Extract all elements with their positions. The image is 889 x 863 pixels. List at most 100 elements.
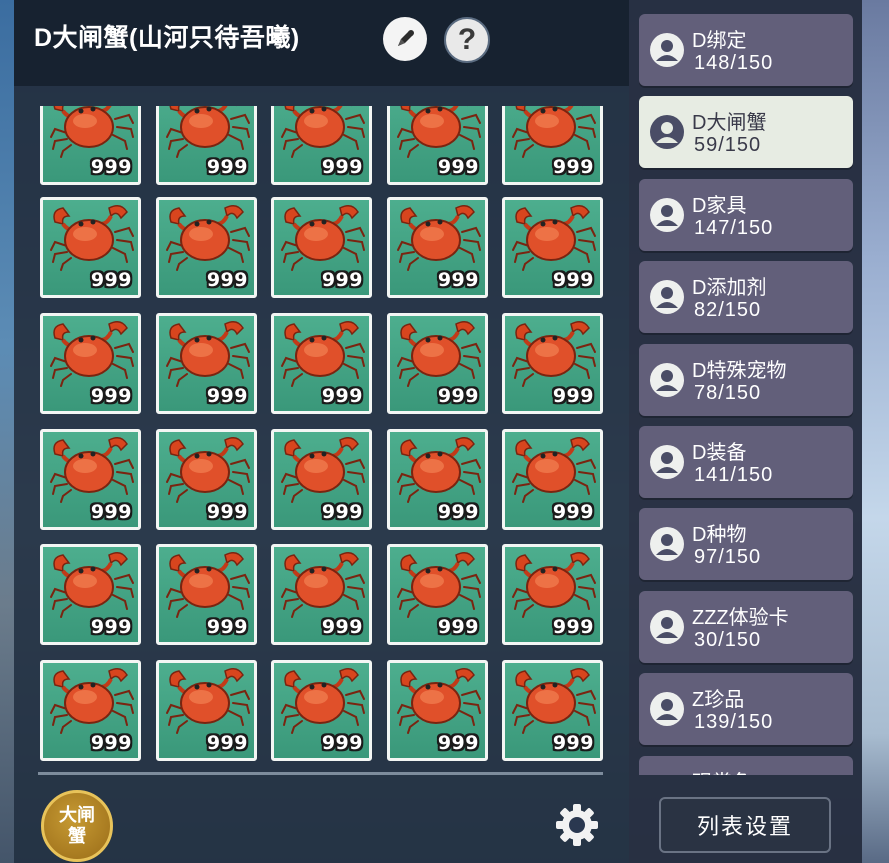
inventory-slot[interactable]: 999 <box>387 197 488 298</box>
inventory-slot[interactable]: 999 <box>40 660 141 761</box>
avatar-icon <box>650 609 684 644</box>
avatar-icon <box>650 527 684 562</box>
item-quantity: 999 <box>206 385 248 407</box>
inventory-slot[interactable]: 999 <box>502 429 603 530</box>
category-item[interactable]: ZZZ体验卡 30/150 <box>639 590 853 663</box>
gear-icon[interactable] <box>554 802 600 848</box>
list-settings-button[interactable]: 列表设置 <box>659 797 831 853</box>
category-item[interactable]: D大闸蟹 59/150 <box>639 96 853 169</box>
pencil-icon <box>398 30 414 46</box>
category-item[interactable]: D绑定 148/150 <box>639 14 853 86</box>
inventory-slot[interactable]: 999 <box>387 544 488 645</box>
item-quantity: 999 <box>552 269 594 291</box>
inventory-slot[interactable]: 999 <box>271 660 372 761</box>
avatar-icon <box>650 33 684 67</box>
item-quantity: 999 <box>437 616 479 638</box>
category-item[interactable]: D特殊宠物 78/150 <box>639 343 853 416</box>
item-quantity: 999 <box>552 156 594 178</box>
category-name: ZZZ体验卡 <box>692 606 789 629</box>
category-count: 148/150 <box>694 52 774 74</box>
category-item[interactable]: 观赏鱼 <box>639 755 853 775</box>
inventory-slot[interactable]: 999 <box>156 429 257 530</box>
avatar-icon <box>650 280 684 315</box>
inventory-slot[interactable]: 999 <box>156 197 257 298</box>
item-quantity: 999 <box>437 732 479 754</box>
item-quantity: 999 <box>206 616 248 638</box>
inventory-slot[interactable]: 999 <box>156 313 257 414</box>
inventory-slot[interactable]: 999 <box>502 660 603 761</box>
item-quantity: 999 <box>437 156 479 178</box>
item-quantity: 999 <box>552 732 594 754</box>
category-count: 97/150 <box>694 546 762 569</box>
category-name: D装备 <box>692 442 747 464</box>
inventory-slot[interactable]: 999 <box>40 429 141 530</box>
item-quantity: 999 <box>90 269 132 291</box>
category-count: 78/150 <box>694 381 762 404</box>
item-quantity: 999 <box>552 616 594 638</box>
item-quantity: 999 <box>90 156 132 178</box>
category-count: 141/150 <box>694 464 774 486</box>
inventory-slot[interactable]: 999 <box>271 106 372 185</box>
background-left <box>0 0 14 863</box>
edit-name-button[interactable] <box>383 17 427 61</box>
item-quantity: 999 <box>206 732 248 754</box>
category-name: Z珍品 <box>692 689 745 712</box>
inventory-slot[interactable]: 999 <box>271 544 372 645</box>
category-item[interactable]: D装备 141/150 <box>639 426 853 498</box>
category-count: 139/150 <box>694 711 774 734</box>
inventory-slot[interactable]: 999 <box>156 106 257 185</box>
inventory-slot[interactable]: 999 <box>156 660 257 761</box>
item-quantity: 999 <box>206 156 248 178</box>
inventory-slot[interactable]: 999 <box>387 313 488 414</box>
item-quantity: 999 <box>321 385 363 407</box>
inventory-slot[interactable]: 999 <box>271 313 372 414</box>
inventory-slot[interactable]: 999 <box>40 197 141 298</box>
category-count: 82/150 <box>694 299 762 322</box>
inventory-slot[interactable]: 999 <box>387 429 488 530</box>
category-name: 观赏鱼 <box>692 766 752 775</box>
category-count: 30/150 <box>694 628 762 651</box>
category-count: 147/150 <box>694 216 774 239</box>
item-quantity: 999 <box>437 501 479 523</box>
item-quantity: 999 <box>90 385 132 407</box>
avatar-icon <box>650 692 684 727</box>
category-item[interactable]: D添加剂 82/150 <box>639 261 853 334</box>
item-quantity: 999 <box>206 269 248 291</box>
item-quantity: 999 <box>321 156 363 178</box>
item-quantity: 999 <box>90 616 132 638</box>
category-name: D添加剂 <box>692 277 767 300</box>
inventory-slot[interactable]: 999 <box>502 197 603 298</box>
divider <box>38 772 603 775</box>
category-name: D大闸蟹 <box>692 112 767 135</box>
item-quantity: 999 <box>90 732 132 754</box>
item-quantity: 999 <box>552 385 594 407</box>
inventory-slot[interactable]: 999 <box>40 544 141 645</box>
category-item[interactable]: D家具 147/150 <box>639 178 853 251</box>
item-quantity: 999 <box>552 501 594 523</box>
category-name: D特殊宠物 <box>692 359 787 382</box>
item-quantity: 999 <box>321 269 363 291</box>
avatar-icon <box>650 197 684 232</box>
category-badge[interactable]: 大闸蟹 <box>41 790 113 862</box>
inventory-slot[interactable]: 999 <box>271 429 372 530</box>
inventory-slot[interactable]: 999 <box>387 660 488 761</box>
category-item[interactable]: D种物 97/150 <box>639 508 853 581</box>
inventory-slot[interactable]: 999 <box>271 197 372 298</box>
inventory-slot[interactable]: 999 <box>40 313 141 414</box>
inventory-slot[interactable]: 999 <box>502 106 603 185</box>
category-name: D绑定 <box>692 30 747 52</box>
help-icon: ? <box>457 23 477 56</box>
inventory-slot[interactable]: 999 <box>502 313 603 414</box>
category-item[interactable]: Z珍品 139/150 <box>639 673 853 746</box>
inventory-slot[interactable]: 999 <box>387 106 488 185</box>
item-quantity: 999 <box>321 501 363 523</box>
help-button[interactable]: ? <box>444 17 490 63</box>
category-list[interactable]: D绑定 148/150 D大闸蟹 59/150 D家具 147/150 D添加剂 82/… <box>629 0 862 775</box>
avatar-icon <box>650 362 684 397</box>
inventory-slot[interactable]: 999 <box>502 544 603 645</box>
inventory-slot[interactable]: 999 <box>156 544 257 645</box>
inventory-slot[interactable]: 999 <box>40 106 141 185</box>
item-quantity: 999 <box>437 385 479 407</box>
item-quantity: 999 <box>437 269 479 291</box>
avatar-icon <box>650 115 684 150</box>
